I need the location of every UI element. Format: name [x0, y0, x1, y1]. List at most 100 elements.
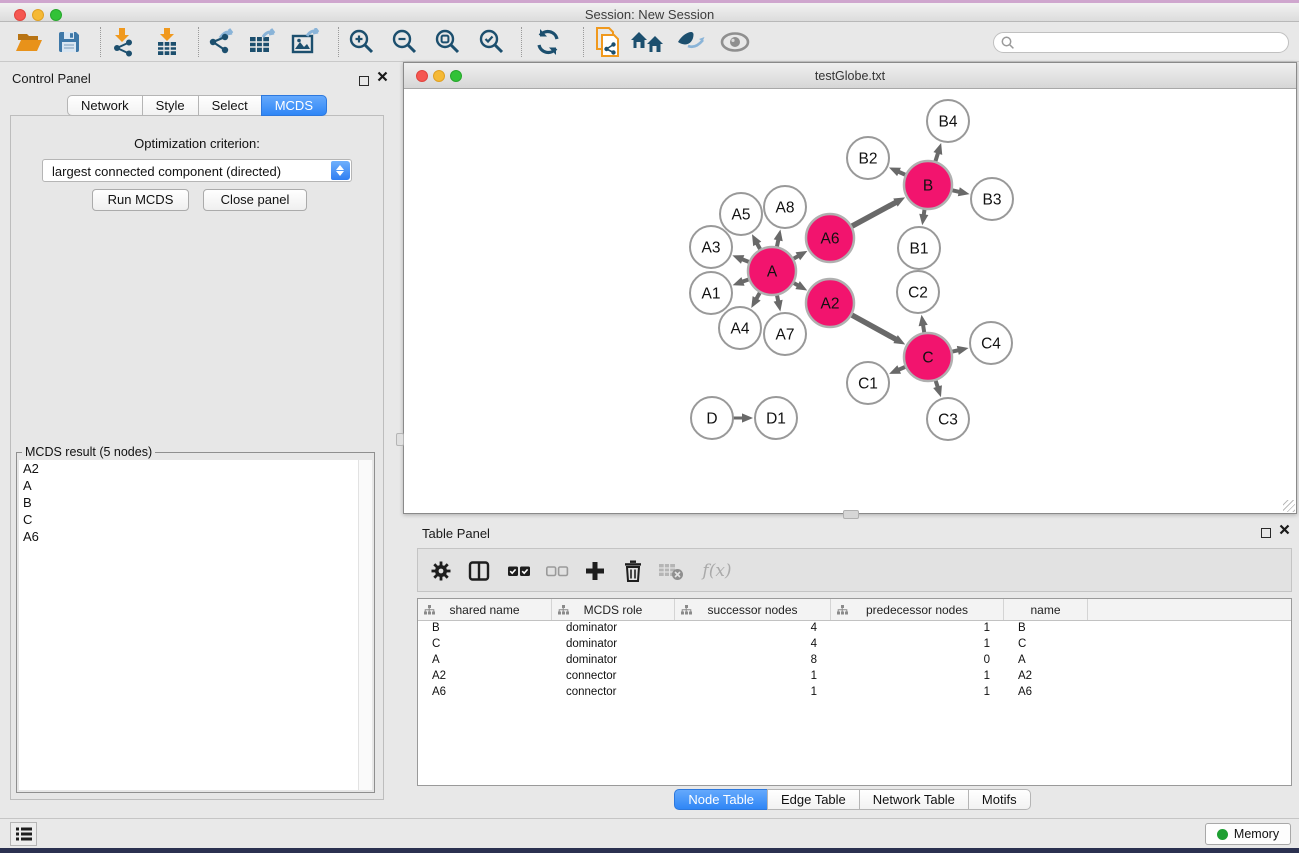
table-cell[interactable]: B [418, 621, 552, 637]
clone-network-icon[interactable] [590, 26, 624, 58]
import-table-icon[interactable] [150, 26, 184, 58]
refresh-icon[interactable] [531, 26, 565, 58]
delete-table-icon[interactable] [656, 557, 686, 585]
optimization-criterion-select[interactable]: largest connected component (directed) [42, 159, 352, 182]
column-header-name[interactable]: name [1004, 599, 1088, 620]
graph-node-label: C4 [981, 335, 1001, 352]
float-table-panel-icon[interactable] [1261, 525, 1271, 543]
select-all-icon[interactable] [504, 557, 534, 585]
tab-mcds[interactable]: MCDS [261, 95, 327, 116]
home-icon[interactable] [630, 26, 664, 58]
table-cell[interactable]: 1 [831, 621, 1004, 637]
mcds-result-list[interactable]: A2ABCA6 [19, 460, 372, 790]
graph-edge-A6-B[interactable] [849, 202, 897, 228]
column-header-predecessor-nodes[interactable]: predecessor nodes [831, 599, 1004, 620]
network-window-titlebar[interactable]: testGlobe.txt [404, 63, 1296, 89]
table-cell[interactable]: dominator [552, 653, 675, 669]
mcds-result-scrollbar[interactable] [358, 460, 372, 790]
table-cell[interactable]: A2 [418, 669, 552, 685]
close-table-panel-icon[interactable] [1279, 524, 1290, 535]
table-row[interactable]: Cdominator41C [418, 637, 1291, 653]
run-mcds-button[interactable]: Run MCDS [92, 189, 189, 211]
task-history-list-icon[interactable] [10, 822, 37, 846]
close-panel-icon[interactable] [377, 71, 388, 82]
table-cell[interactable]: dominator [552, 621, 675, 637]
mcds-result-item[interactable]: A6 [19, 528, 372, 545]
node-table[interactable]: shared nameMCDS rolesuccessor nodesprede… [417, 598, 1292, 786]
table-cell[interactable]: A [1004, 653, 1088, 669]
export-table-icon[interactable] [246, 26, 280, 58]
graph-edge-A2-C[interactable] [849, 314, 897, 340]
table-cell[interactable]: 1 [831, 669, 1004, 685]
graph-node-label: B4 [939, 113, 958, 130]
float-panel-icon[interactable] [359, 73, 369, 91]
table-cell[interactable]: connector [552, 669, 675, 685]
table-row[interactable]: Bdominator41B [418, 621, 1291, 637]
show-columns-icon[interactable] [464, 557, 494, 585]
tab-style[interactable]: Style [142, 95, 199, 116]
tab-network-table[interactable]: Network Table [859, 789, 969, 810]
column-header-shared-name[interactable]: shared name [418, 599, 552, 620]
horizontal-splitter-handle[interactable] [843, 510, 859, 519]
table-cell[interactable]: 4 [675, 621, 831, 637]
zoom-fit-icon[interactable] [431, 26, 465, 58]
mcds-result-item[interactable]: B [19, 494, 372, 511]
table-cell[interactable]: 4 [675, 637, 831, 653]
add-row-icon[interactable] [580, 557, 610, 585]
table-cell[interactable]: connector [552, 685, 675, 701]
search-input[interactable] [1020, 34, 1280, 51]
table-cell[interactable]: C [418, 637, 552, 653]
table-cell[interactable]: A6 [1004, 685, 1088, 701]
table-settings-gear-icon[interactable] [426, 557, 456, 585]
export-image-icon[interactable] [289, 26, 323, 58]
table-cell[interactable]: 1 [675, 685, 831, 701]
network-graph[interactable]: AA1A2A3A4A5A6A7A8BB1B2B3B4CC1C2C3C4DD1 [405, 89, 1295, 512]
deselect-all-icon[interactable] [542, 557, 572, 585]
column-header-successor-nodes[interactable]: successor nodes [675, 599, 831, 620]
table-cell[interactable]: A6 [418, 685, 552, 701]
save-session-icon[interactable] [52, 26, 86, 58]
network-view-window: testGlobe.txt AA1A2A3A4A5A6A7A8BB1B2B3B4… [403, 62, 1297, 514]
table-cell[interactable]: 1 [675, 669, 831, 685]
table-cell[interactable]: B [1004, 621, 1088, 637]
export-network-icon[interactable] [204, 26, 238, 58]
function-builder-icon[interactable]: f(x) [696, 557, 738, 585]
table-panel-tabbar: Node TableEdge TableNetwork TableMotifs [406, 789, 1299, 810]
zoom-out-icon[interactable] [388, 26, 422, 58]
mcds-result-item[interactable]: A2 [19, 460, 372, 477]
node-table-rows: Bdominator41BCdominator41CAdominator80AA… [418, 621, 1291, 701]
table-cell[interactable]: dominator [552, 637, 675, 653]
table-row[interactable]: A6connector11A6 [418, 685, 1291, 701]
column-header-MCDS-role[interactable]: MCDS role [552, 599, 675, 620]
table-cell[interactable]: 8 [675, 653, 831, 669]
search-field[interactable] [993, 32, 1289, 53]
mcds-result-item[interactable]: C [19, 511, 372, 528]
tab-select[interactable]: Select [198, 95, 262, 116]
open-session-icon[interactable] [12, 26, 46, 58]
table-cell[interactable]: C [1004, 637, 1088, 653]
table-cell[interactable]: 1 [831, 685, 1004, 701]
zoom-in-icon[interactable] [345, 26, 379, 58]
close-panel-button[interactable]: Close panel [203, 189, 307, 211]
show-graphics-details-icon[interactable] [718, 26, 752, 58]
table-cell[interactable]: A [418, 653, 552, 669]
table-row[interactable]: A2connector11A2 [418, 669, 1291, 685]
table-cell[interactable]: A2 [1004, 669, 1088, 685]
mcds-result-item[interactable]: A [19, 477, 372, 494]
zoom-selected-icon[interactable] [475, 26, 509, 58]
table-cell[interactable]: 1 [831, 637, 1004, 653]
memory-button[interactable]: Memory [1205, 823, 1291, 845]
tab-edge-table[interactable]: Edge Table [767, 789, 860, 810]
import-network-icon[interactable] [106, 26, 140, 58]
delete-row-trash-icon[interactable] [618, 557, 648, 585]
select-stepper-icon[interactable] [331, 161, 350, 180]
tab-network[interactable]: Network [67, 95, 143, 116]
tab-motifs[interactable]: Motifs [968, 789, 1031, 810]
table-row[interactable]: Adominator80A [418, 653, 1291, 669]
graph-node-label: A7 [776, 326, 795, 343]
tab-node-table[interactable]: Node Table [674, 789, 768, 810]
table-cell[interactable]: 0 [831, 653, 1004, 669]
vertical-splitter-handle[interactable] [396, 433, 404, 446]
hide-graphics-details-icon[interactable] [674, 26, 708, 58]
resize-grip-icon[interactable] [1283, 500, 1295, 512]
